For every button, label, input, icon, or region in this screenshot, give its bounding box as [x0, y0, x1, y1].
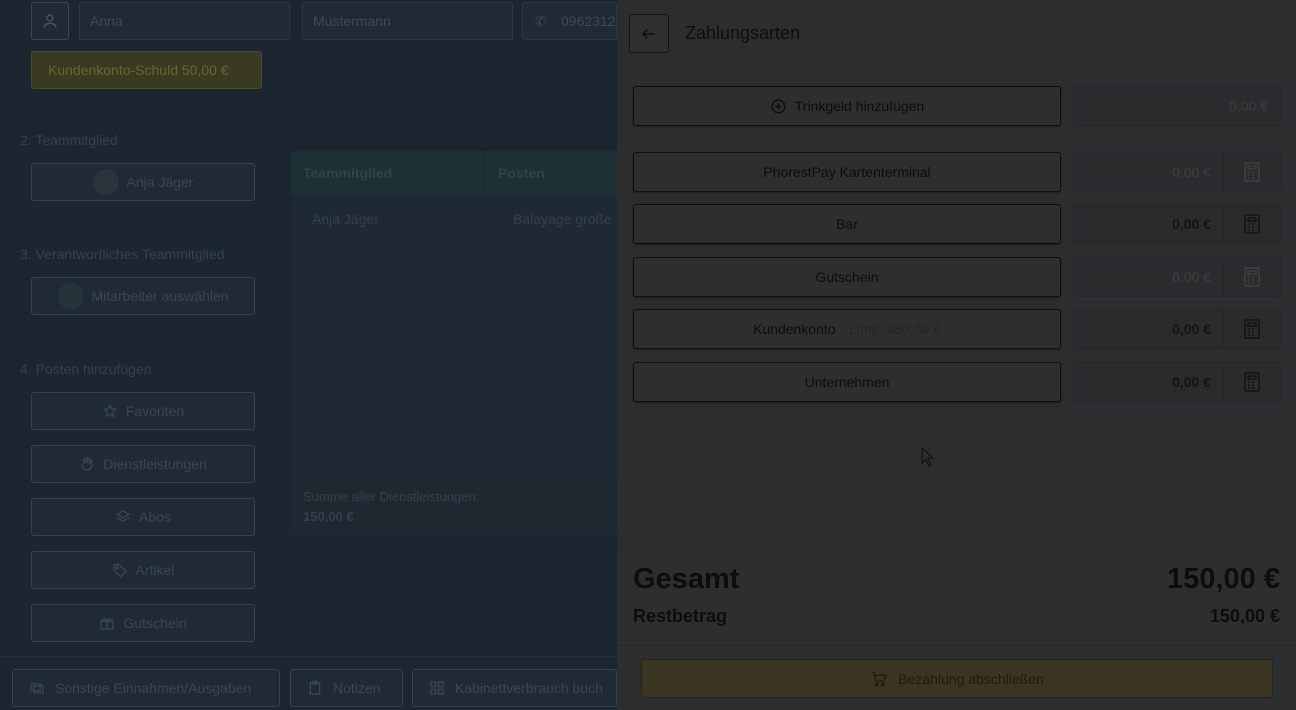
method-cash-amount-value: 0,00 €: [1172, 216, 1211, 232]
avatar: [92, 169, 119, 195]
notes-label: Notizen: [333, 680, 381, 696]
method-company-label: Unternehmen: [804, 374, 890, 390]
other-income-label: Sonstige Einnahmen/Ausgaben: [55, 680, 252, 696]
team-member-heading: 2. Teammitglied: [20, 132, 118, 148]
payment-methods-panel: Zahlungsarten Trinkgeld hinzufügen 0,00 …: [617, 0, 1296, 710]
sum-area: Summe aller Dienstleistungen: 150,00 €: [291, 479, 617, 534]
articles-button[interactable]: Artikel: [31, 551, 255, 589]
first-name-field[interactable]: Anna: [79, 2, 290, 40]
cart-icon: [871, 671, 887, 686]
method-customer-account-button[interactable]: Kundenkonto - Limit: 450,00 €: [633, 309, 1061, 349]
method-customer-account-label: Kundenkonto: [753, 321, 836, 337]
method-company-amount[interactable]: 0,00 €: [1073, 362, 1281, 402]
sum-value: 150,00 €: [303, 509, 354, 524]
plus-circle-icon: [771, 98, 786, 114]
panel-title: Zahlungsarten: [685, 23, 801, 43]
table-header-item: Posten: [486, 151, 617, 195]
calculator-icon: [1223, 258, 1280, 296]
divider: [617, 645, 1296, 646]
calculator-icon[interactable]: [1223, 310, 1280, 348]
cabinet-usage-label: Kabinettverbrauch buch: [455, 680, 603, 696]
grid-icon: [430, 681, 444, 695]
mouse-cursor-icon: [921, 447, 935, 467]
method-company-amount-value: 0,00 €: [1172, 374, 1211, 390]
back-button[interactable]: [629, 14, 669, 53]
remaining-label: Restbetrag: [633, 606, 728, 626]
method-customer-account-amount-value: 0,00 €: [1172, 321, 1211, 337]
customer-person-icon[interactable]: [31, 2, 69, 40]
clipboard-icon: [309, 680, 321, 695]
remaining-value: 150,00 €: [1209, 606, 1280, 626]
cash-icon: [30, 683, 44, 694]
team-member-button[interactable]: Anja Jäger: [31, 163, 255, 201]
method-cash-button[interactable]: Bar: [633, 204, 1061, 244]
select-employee-button[interactable]: Mitarbeiter auswählen: [31, 277, 255, 315]
favorites-label: Favoriten: [125, 403, 185, 419]
calculator-icon[interactable]: [1223, 205, 1280, 243]
phone-value: 0962312: [561, 13, 616, 29]
calculator-icon[interactable]: [1223, 363, 1280, 401]
favorites-button[interactable]: Favoriten: [31, 392, 255, 430]
debt-badge[interactable]: Kundenkonto-Schuld 50,00 €: [31, 51, 262, 89]
method-cash-label: Bar: [836, 216, 858, 232]
sum-label: Summe aller Dienstleistungen:: [303, 489, 480, 504]
articles-label: Artikel: [135, 562, 175, 578]
layers-icon: [115, 510, 131, 522]
voucher-button[interactable]: Gutschein: [31, 604, 255, 642]
table-cell-teammember: Anja Jäger: [312, 211, 379, 227]
table-header-teammember: Teammitglied: [291, 151, 484, 195]
method-phorestpay-label: PhorestPay Kartenterminal: [763, 164, 931, 180]
calculator-icon: [1223, 153, 1280, 191]
add-tip-button[interactable]: Trinkgeld hinzufügen: [633, 86, 1061, 126]
method-company-button[interactable]: Unternehmen: [633, 362, 1061, 402]
phone-field[interactable]: ✆ 0962312: [522, 2, 617, 40]
method-cash-amount[interactable]: 0,00 €: [1073, 204, 1281, 244]
services-table: Teammitglied Posten Anja Jäger Balayage …: [291, 151, 617, 534]
hand-icon: [81, 457, 93, 471]
tip-amount-field[interactable]: 0,00 €: [1073, 86, 1281, 126]
total-label: Gesamt: [633, 563, 740, 595]
cabinet-usage-button[interactable]: Kabinettverbrauch buch: [412, 669, 617, 707]
method-voucher-amount-value: 0,00 €: [1172, 269, 1211, 285]
voucher-label: Gutschein: [123, 615, 187, 631]
background-app: Anna Mustermann ✆ 0962312 Kundenkonto-Sc…: [0, 0, 617, 710]
last-name-field[interactable]: Mustermann: [302, 2, 513, 40]
team-member-name: Anja Jäger: [126, 174, 194, 190]
services-button[interactable]: Dienstleistungen: [31, 445, 255, 483]
add-tip-label: Trinkgeld hinzufügen: [794, 98, 925, 114]
method-voucher-amount: 0,00 €: [1073, 257, 1281, 297]
responsible-heading: 3. Verantwortliches Teammitglied: [20, 246, 225, 262]
customer-account-limit: - Limit: 450,00 €: [840, 321, 941, 337]
add-items-heading: 4. Posten hinzufügen: [20, 361, 152, 377]
method-phorestpay-amount-value: 0,00 €: [1172, 164, 1211, 180]
complete-payment-button[interactable]: Bezahlung abschließen: [641, 659, 1273, 698]
method-phorestpay-button[interactable]: PhorestPay Kartenterminal: [633, 152, 1061, 192]
complete-payment-label: Bezahlung abschließen: [898, 670, 1044, 687]
avatar: [57, 283, 84, 309]
select-employee-label: Mitarbeiter auswählen: [91, 288, 229, 304]
tip-amount-value: 0,00 €: [1229, 98, 1268, 114]
method-voucher-label: Gutschein: [815, 269, 879, 285]
table-cell-item: Balayage große: [513, 211, 612, 227]
phone-icon: ✆: [535, 13, 547, 29]
gift-icon: [100, 618, 115, 630]
arrow-left-icon: [641, 28, 655, 39]
other-income-button[interactable]: Sonstige Einnahmen/Ausgaben: [12, 669, 280, 707]
totals-footer: Gesamt 150,00 € Restbetrag 150,00 € Beza…: [617, 553, 1296, 710]
bottom-toolbar: Sonstige Einnahmen/Ausgaben Notizen Kabi…: [0, 656, 617, 710]
method-customer-account-amount[interactable]: 0,00 €: [1073, 309, 1281, 349]
method-phorestpay-amount: 0,00 €: [1073, 152, 1281, 192]
subscriptions-label: Abos: [139, 509, 171, 525]
star-icon: [102, 403, 118, 418]
services-label: Dienstleistungen: [103, 456, 207, 472]
total-value: 150,00 €: [1167, 563, 1280, 595]
tag-icon: [112, 564, 127, 578]
notes-button[interactable]: Notizen: [290, 669, 403, 707]
subscriptions-button[interactable]: Abos: [31, 498, 255, 536]
method-voucher-button[interactable]: Gutschein: [633, 257, 1061, 297]
